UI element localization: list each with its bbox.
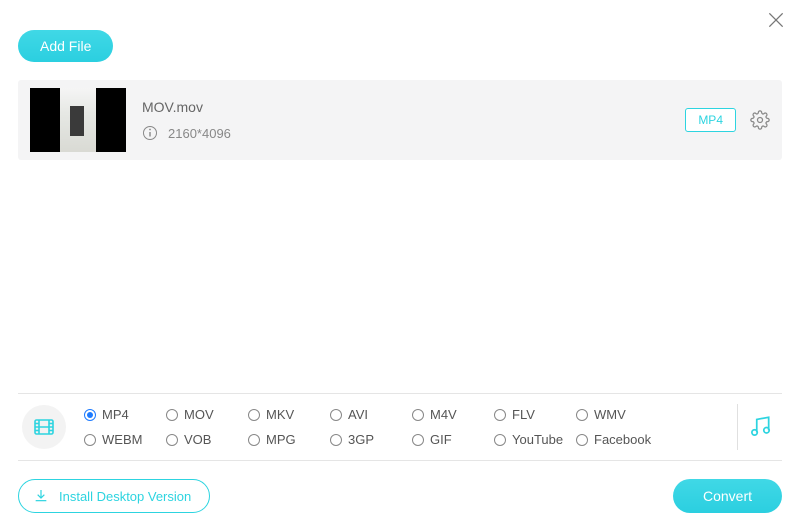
format-option-label: MP4 <box>102 407 129 422</box>
format-option-mov[interactable]: MOV <box>166 407 248 422</box>
info-icon[interactable] <box>142 125 158 141</box>
radio-icon <box>166 409 178 421</box>
format-option-label: MOV <box>184 407 214 422</box>
radio-icon <box>494 409 506 421</box>
format-option-wmv[interactable]: WMV <box>576 407 658 422</box>
format-option-m4v[interactable]: M4V <box>412 407 494 422</box>
format-option-youtube[interactable]: YouTube <box>494 432 576 447</box>
radio-icon <box>494 434 506 446</box>
radio-icon <box>412 409 424 421</box>
file-name: MOV.mov <box>142 99 231 115</box>
format-option-webm[interactable]: WEBM <box>84 432 166 447</box>
format-option-label: GIF <box>430 432 452 447</box>
format-option-vob[interactable]: VOB <box>166 432 248 447</box>
format-option-label: MPG <box>266 432 296 447</box>
add-file-button[interactable]: Add File <box>18 30 113 62</box>
file-resolution: 2160*4096 <box>168 126 231 141</box>
target-format-button[interactable]: MP4 <box>685 108 736 132</box>
convert-button[interactable]: Convert <box>673 479 782 513</box>
radio-icon <box>84 434 96 446</box>
radio-icon <box>576 409 588 421</box>
gear-icon[interactable] <box>750 110 770 130</box>
format-option-label: MKV <box>266 407 294 422</box>
format-option-label: 3GP <box>348 432 374 447</box>
format-option-label: M4V <box>430 407 457 422</box>
video-icon[interactable] <box>22 405 66 449</box>
format-options: MP4 MOV MKV AVI M4V FLV WMV WEBM VOB MPG 3GP GIF You… <box>84 407 658 447</box>
radio-icon <box>412 434 424 446</box>
audio-icon[interactable] <box>738 414 782 440</box>
radio-icon <box>330 409 342 421</box>
format-option-mp4[interactable]: MP4 <box>84 407 166 422</box>
radio-icon <box>330 434 342 446</box>
format-option-facebook[interactable]: Facebook <box>576 432 658 447</box>
format-option-3gp[interactable]: 3GP <box>330 432 412 447</box>
format-option-label: VOB <box>184 432 211 447</box>
format-option-mpg[interactable]: MPG <box>248 432 330 447</box>
format-panel: MP4 MOV MKV AVI M4V FLV WMV WEBM VOB MPG 3GP GIF You… <box>18 393 782 461</box>
install-desktop-label: Install Desktop Version <box>59 489 191 504</box>
footer: Install Desktop Version Convert <box>18 479 782 513</box>
radio-icon <box>166 434 178 446</box>
radio-icon <box>248 434 260 446</box>
format-option-gif[interactable]: GIF <box>412 432 494 447</box>
format-option-label: Facebook <box>594 432 651 447</box>
format-option-avi[interactable]: AVI <box>330 407 412 422</box>
format-option-label: WEBM <box>102 432 142 447</box>
format-option-mkv[interactable]: MKV <box>248 407 330 422</box>
format-option-flv[interactable]: FLV <box>494 407 576 422</box>
radio-icon <box>576 434 588 446</box>
file-list-row: MOV.mov 2160*4096 MP4 <box>18 80 782 160</box>
format-option-label: YouTube <box>512 432 563 447</box>
close-icon[interactable] <box>766 10 786 30</box>
radio-icon <box>84 409 96 421</box>
file-thumbnail[interactable] <box>30 88 126 152</box>
format-option-label: AVI <box>348 407 368 422</box>
radio-icon <box>248 409 260 421</box>
install-desktop-button[interactable]: Install Desktop Version <box>18 479 210 513</box>
format-option-label: WMV <box>594 407 626 422</box>
format-option-label: FLV <box>512 407 535 422</box>
